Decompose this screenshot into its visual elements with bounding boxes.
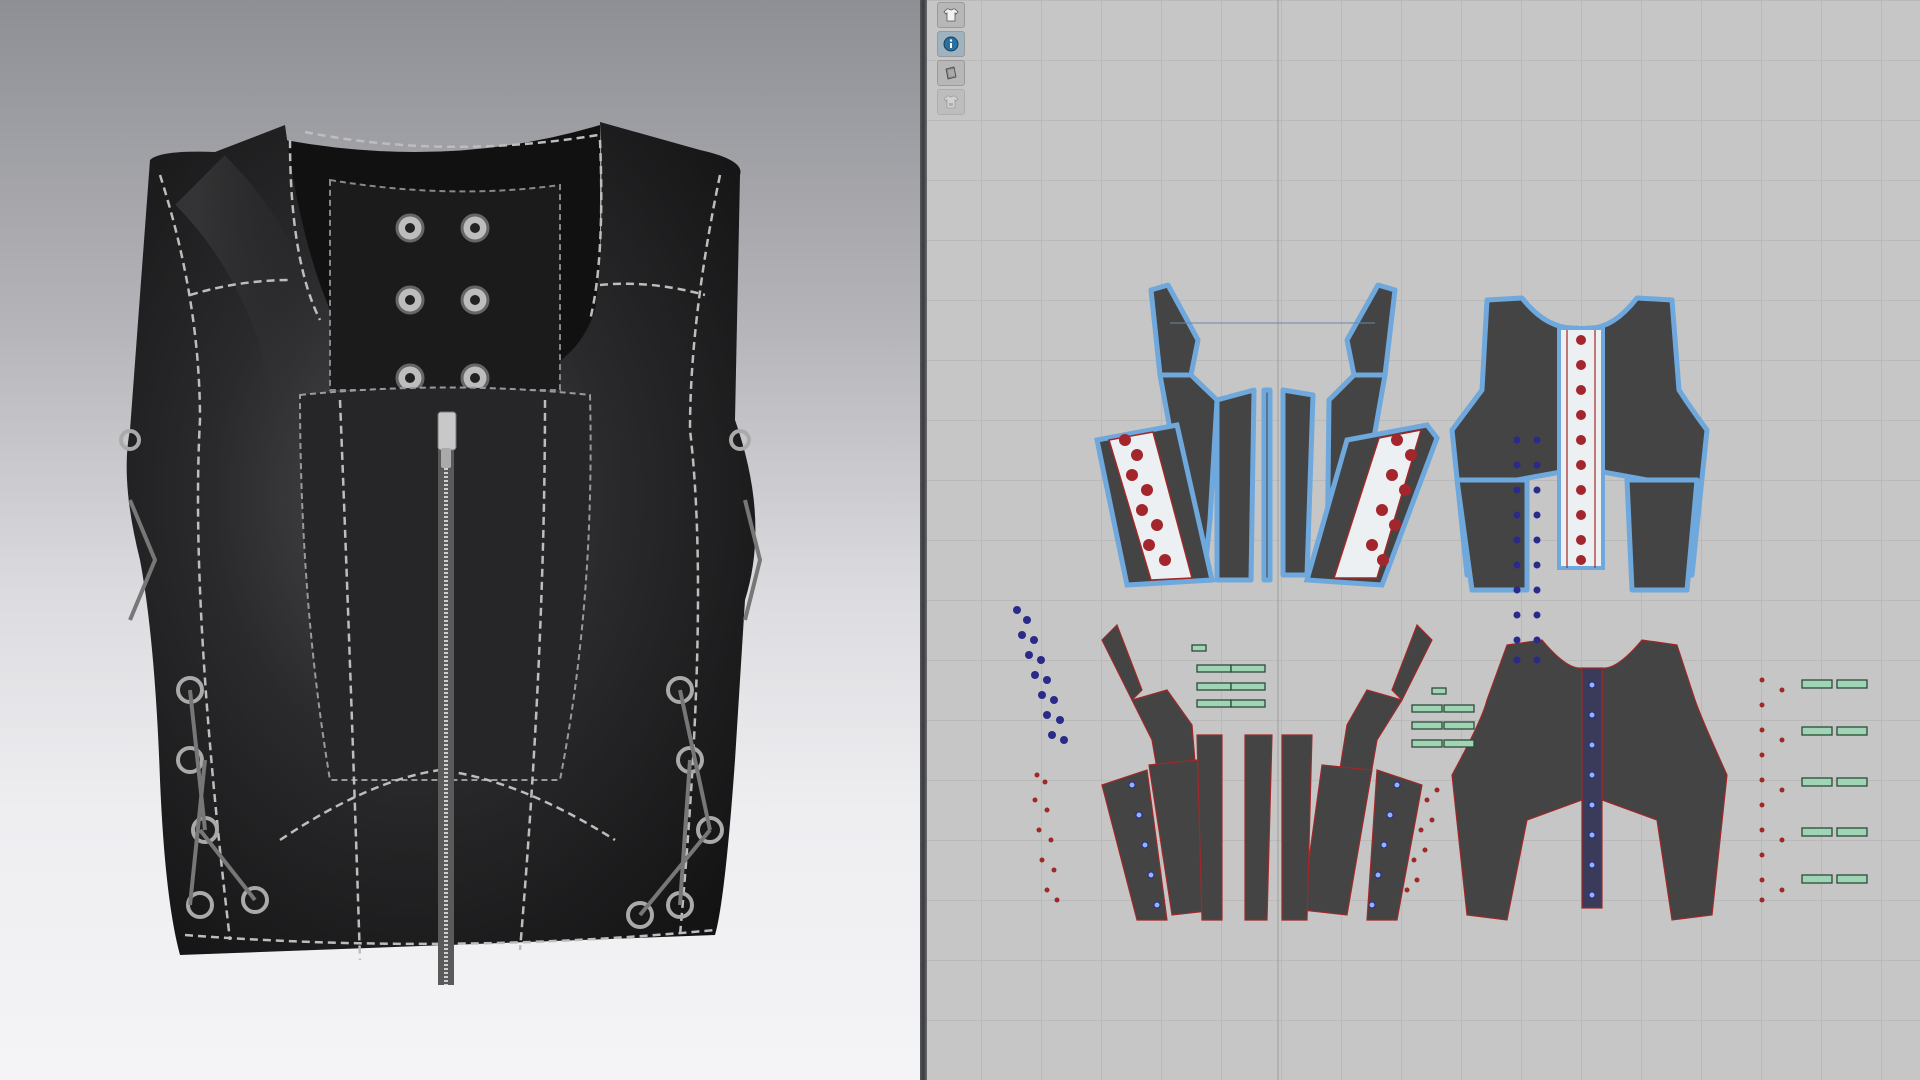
pattern-back-lower[interactable] xyxy=(1451,639,1728,921)
fabric-layers-icon xyxy=(945,66,957,80)
panel-splitter[interactable] xyxy=(920,0,927,1080)
info-icon xyxy=(943,36,959,52)
3d-viewport[interactable] xyxy=(0,0,920,1080)
front-placket xyxy=(329,178,561,391)
front-zipper xyxy=(437,411,457,985)
view-toolbar xyxy=(937,0,969,115)
lock-shirt-icon xyxy=(943,95,959,109)
2d-pattern-viewport[interactable] xyxy=(927,0,1920,1080)
avatar-shirt-icon xyxy=(943,8,959,22)
tool-avatar-shirt[interactable] xyxy=(937,2,965,28)
tool-fabric-layers[interactable] xyxy=(937,60,965,86)
tool-lock-shirt[interactable] xyxy=(937,89,965,115)
pattern-canvas xyxy=(1013,0,1868,1080)
app-window xyxy=(0,0,1920,1080)
tool-info[interactable] xyxy=(937,31,965,57)
garment-3d-render xyxy=(119,122,763,985)
